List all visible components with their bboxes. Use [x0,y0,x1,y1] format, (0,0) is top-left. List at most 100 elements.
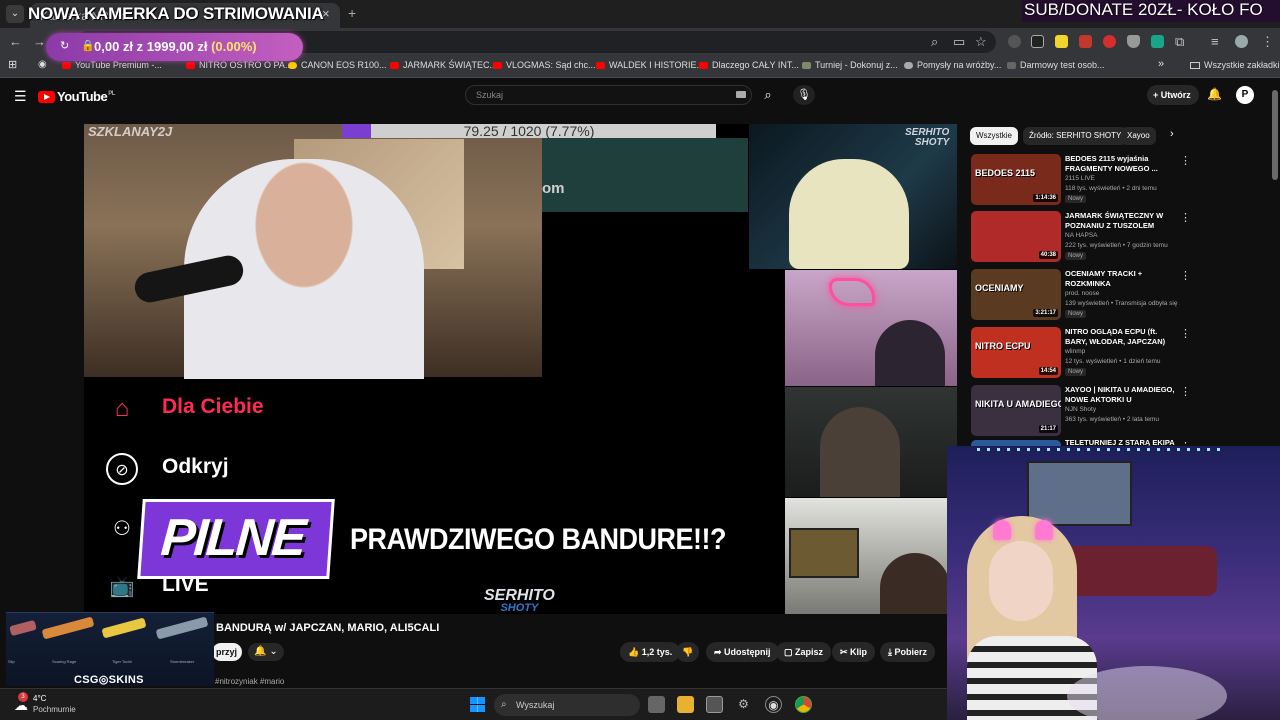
extension-icon[interactable] [1151,35,1164,48]
bookmark-item[interactable]: YouTube Premium -... [62,60,162,70]
task-view-icon[interactable] [648,696,665,713]
recommended-video[interactable]: OCENIAMY 3:21:17 OCENIAMY TRACKI + ROZKMIN… [970,269,1195,323]
notifications-bell-icon[interactable]: 🔔 [1207,87,1222,101]
bookmark-item[interactable]: Darmowy test osob... [1007,60,1105,70]
video-thumbnail[interactable]: NITRO ECPU 14:54 [971,327,1061,378]
extension-icon[interactable] [1103,35,1116,48]
new-tab-button[interactable]: + [348,5,356,21]
recommended-video[interactable]: 40:38 JARMARK ŚWIĄTECZNY W POZNANIU Z TUS… [970,211,1195,265]
home-icon: ⌂ [114,395,130,422]
back-icon[interactable]: ← [9,35,22,49]
settings-gear-icon[interactable]: ⚙ [735,696,752,713]
bookmark-star-icon[interactable]: ☆ [975,35,987,49]
video-meta: 139 wyświetleń • Transmisja odbyła się .… [1065,300,1180,307]
like-button[interactable]: 👍 1,2 tys. [620,642,681,662]
save-button[interactable]: ▢ Zapisz [776,642,832,662]
weather-description[interactable]: Pochmurnie [33,705,76,714]
channel-name[interactable]: wlinmp [1065,348,1085,355]
shield-icon[interactable] [1127,35,1140,48]
more-options-icon[interactable]: ⋮ [1180,327,1191,340]
recommended-video[interactable]: BEDOES 2115 1:14:36 BEDOES 2115 wyjaśnia F… [970,154,1195,208]
weather-temperature[interactable]: 4°C [33,694,46,703]
bookmark-item[interactable]: VLOGMAS: Sąd chc... [493,60,596,70]
search-input[interactable]: Szukaj [465,85,752,105]
new-badge: Nowy [1065,310,1087,318]
chip-xayoo[interactable]: Xayoo [1121,127,1156,145]
more-options-icon[interactable]: ⋮ [1180,385,1191,398]
obs-icon[interactable]: ◉ [765,696,782,713]
chip-source[interactable]: Źródło: SERHITO SHOTY [1023,127,1128,145]
reading-list-icon[interactable]: ≡ [1211,35,1219,49]
dislike-button[interactable]: 👎 [676,642,700,662]
channel-name[interactable]: 2115 LIVE [1065,175,1095,182]
search-icon[interactable]: ⌕ [756,85,780,105]
video-title[interactable]: NITRO OGLĄDA ECPU (ft. BARY, WŁODAR, JAP… [1065,327,1180,347]
bookmark-item[interactable]: NITRO OSTRO O PA... [186,60,292,70]
all-bookmarks-folder[interactable]: Wszystkie zakładki [1190,60,1280,70]
bookmark-item[interactable]: Pomysły na wróżby... [904,60,1001,70]
youtube-logo[interactable]: YouTubePL [38,89,115,104]
app-icon[interactable] [706,696,723,713]
chevron-right-icon[interactable]: › [1170,128,1174,140]
taskbar-search[interactable]: ⌕ Wyszukaj [494,694,640,716]
avatar[interactable]: P [1236,86,1254,104]
profile-avatar[interactable] [1235,35,1248,48]
channel-name[interactable]: prod. noose [1065,290,1099,297]
notification-bell-button[interactable]: 🔔 ⌄ [248,643,284,661]
video-thumbnail[interactable]: OCENIAMY 3:21:17 [971,269,1061,320]
chevron-right-icon[interactable]: » [1158,58,1164,70]
apps-icon[interactable]: ⊞ [8,58,17,71]
cast-icon[interactable]: ▭ [953,35,965,49]
skin-label: Tiger Tooth [112,659,132,664]
channel-name[interactable]: NJN Shoty [1065,406,1096,413]
recommended-video[interactable]: NITRO ECPU 14:54 NITRO OGLĄDA ECPU (ft. BA… [970,327,1195,381]
extensions-puzzle-icon[interactable]: ⧉ [1175,35,1184,49]
video-thumbnail[interactable]: BEDOES 2115 1:14:36 [971,154,1061,205]
adblock-icon[interactable] [1079,35,1092,48]
subscribe-button[interactable]: przyj [212,643,242,661]
download-button[interactable]: ⤓ Pobierz [880,642,935,662]
scrollbar-thumb[interactable] [1272,90,1278,180]
extension-icon[interactable] [1055,35,1068,48]
bookmark-item[interactable]: CANON EOS R100... [288,60,387,70]
file-explorer-icon[interactable] [677,696,694,713]
video-title[interactable]: JARMARK ŚWIĄTECZNY W POZNANIU Z TUSZOLEM [1065,211,1180,231]
bookmark-item[interactable]: Dlaczego CAŁY INT... [699,60,799,70]
scrollbar[interactable] [1272,90,1278,450]
more-options-icon[interactable]: ⋮ [1180,211,1191,224]
video-title[interactable]: XAYOO | NIKITA U AMADIEGO, NOWE AKTORKI … [1065,385,1180,405]
more-menu-icon[interactable]: ⋮ [1261,35,1274,49]
extension-icon[interactable] [1008,35,1021,48]
video-title[interactable]: OCENIAMY TRACKI + ROZKMINKA [1065,269,1180,289]
more-options-icon[interactable]: ⋮ [1180,154,1191,167]
mic-icon[interactable]: 🎙 [793,85,815,105]
video-player[interactable]: SZKLANAY2J 79.25 / 1020 (7.77%) om SERHI… [84,124,957,614]
video-hashtags[interactable]: #nitrozyniak #mario [215,677,284,686]
serhito-logo-small: SERHITO SHOTY [905,127,950,148]
video-title: BANDURĄ w/ JAPCZAN, MARIO, ALI5CALI [216,622,440,634]
bookmark-item[interactable]: JARMARK ŚWIĄTEC... [390,60,497,70]
tab-search-button[interactable]: ⌄ [6,5,24,23]
menu-icon[interactable]: ☰ [14,88,27,105]
chrome-icon[interactable]: ◉ [38,59,47,70]
more-options-icon[interactable]: ⋮ [1180,269,1191,282]
channel-name[interactable]: NA HAPSA [1065,232,1098,239]
chrome-icon[interactable] [795,696,812,713]
zoom-icon[interactable]: ⌕ [931,35,938,49]
recommended-video[interactable]: NIKITA U AMADIEGO 21:17 XAYOO | NIKITA U A… [970,385,1195,439]
video-thumbnail[interactable]: 40:38 [971,211,1061,262]
forward-icon[interactable]: → [33,35,46,49]
create-button[interactable]: + Utwórz [1147,85,1199,105]
clip-button[interactable]: ✂ Klip [832,642,876,662]
user-follow-icon: ⚇ [113,518,131,540]
video-title[interactable]: BEDOES 2115 wyjaśnia FRAGMENTY NOWEGO ..… [1065,154,1180,174]
share-button[interactable]: ➦ Udostępnij [706,642,779,662]
chip-all[interactable]: Wszystkie [970,127,1018,145]
bookmark-item[interactable]: Turniej - Dokonuj z... [802,60,898,70]
windows-start-icon[interactable] [470,697,485,712]
bookmark-item[interactable]: WALDEK I HISTORIE... [596,60,704,70]
extension-icon[interactable] [1031,35,1044,48]
video-thumbnail[interactable]: NIKITA U AMADIEGO 21:17 [971,385,1061,436]
keyboard-icon[interactable] [736,91,746,98]
filter-chips: Wszystkie Źródło: SERHITO SHOTY Xayoo › [970,127,1270,145]
